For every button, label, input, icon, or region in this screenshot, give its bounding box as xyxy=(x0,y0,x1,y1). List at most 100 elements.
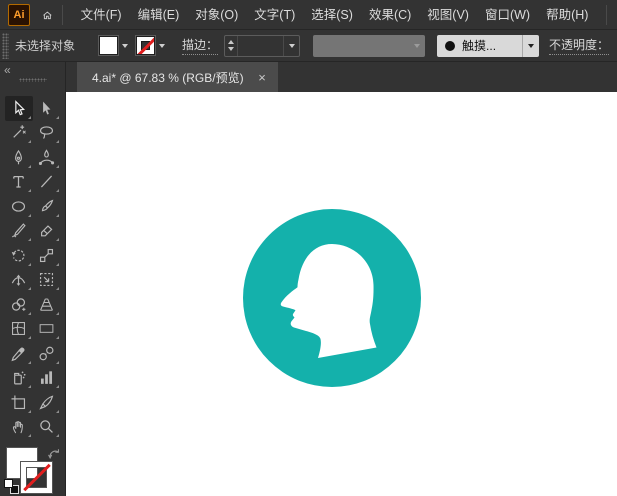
free-transform-tool[interactable] xyxy=(33,268,61,293)
flyout-triangle-icon xyxy=(27,213,31,217)
flyout-triangle-icon xyxy=(27,385,31,388)
stroke-weight-chevron-down-icon[interactable] xyxy=(283,35,299,56)
app-logo-icon: Ai xyxy=(8,3,30,26)
magic-wand-tool[interactable] xyxy=(5,121,33,146)
panel-drag-handle[interactable] xyxy=(19,78,47,82)
menu-item-2[interactable]: 对象(O) xyxy=(187,0,246,30)
control-bar-grip[interactable] xyxy=(2,32,9,59)
menu-item-4[interactable]: 选择(S) xyxy=(303,0,361,30)
brush-definition-dropdown[interactable]: 触摸... xyxy=(437,34,540,57)
eyedropper-icon xyxy=(11,346,26,361)
pen-tool[interactable] xyxy=(5,145,33,170)
flyout-triangle-icon xyxy=(55,238,59,241)
menu-item-1[interactable]: 编辑(E) xyxy=(130,0,188,30)
flyout-triangle-icon xyxy=(27,360,31,364)
flyout-triangle-icon xyxy=(27,311,31,315)
symbol-sprayer-tool[interactable] xyxy=(5,366,33,391)
artboard-tool[interactable] xyxy=(5,390,33,415)
default-fill-stroke-icon[interactable] xyxy=(4,479,19,494)
artwork-head-profile-icon[interactable] xyxy=(243,209,421,387)
stroke-weight-value[interactable] xyxy=(238,36,283,56)
stroke-swatch[interactable] xyxy=(135,35,157,56)
stroke-panel-link[interactable]: 描边： xyxy=(182,36,219,55)
stroke-color-control[interactable] xyxy=(135,35,169,56)
paintbrush-tool[interactable] xyxy=(33,194,61,219)
gradient-icon xyxy=(39,324,54,334)
menu-item-7[interactable]: 窗口(W) xyxy=(477,0,538,30)
swap-fill-stroke-icon[interactable] xyxy=(47,447,62,461)
curvature-icon xyxy=(38,149,55,165)
perspective-grid-tool[interactable] xyxy=(33,292,61,317)
ellipse-tool[interactable] xyxy=(5,194,33,219)
eraser-tool[interactable] xyxy=(33,219,61,244)
document-tab[interactable]: 4.ai* @ 67.83 % (RGB/预览) × xyxy=(77,62,278,92)
flyout-triangle-icon xyxy=(27,238,31,241)
selection-status: 未选择对象 xyxy=(15,39,76,53)
line-segment-icon xyxy=(40,175,53,188)
flyout-triangle-icon xyxy=(55,140,59,143)
type-tool[interactable] xyxy=(5,170,33,195)
magic-wand-icon xyxy=(13,124,27,139)
step-up-icon[interactable] xyxy=(228,40,235,44)
shaper-tool[interactable] xyxy=(5,219,33,244)
flyout-triangle-icon xyxy=(27,287,31,290)
width-tool[interactable] xyxy=(5,268,33,293)
blend-tool[interactable] xyxy=(33,341,61,366)
illustrator-window: Ai 文件(F) 编辑(E) 对象(O) 文字(T) 选择(S) 效果(C) 视图(V) 窗口… xyxy=(0,0,617,496)
fill-color-control[interactable] xyxy=(98,35,132,56)
gradient-tool[interactable] xyxy=(33,317,61,342)
perspective-grid-icon xyxy=(40,298,53,311)
document-tab-bar: 4.ai* @ 67.83 % (RGB/预览) × xyxy=(66,62,617,92)
zoom-tool[interactable] xyxy=(33,415,61,440)
slice-tool[interactable] xyxy=(33,390,61,415)
width-icon xyxy=(11,274,26,287)
column-graph-icon xyxy=(40,371,53,385)
stroke-weight-control[interactable] xyxy=(224,34,301,57)
line-segment-tool[interactable] xyxy=(33,170,61,195)
stroke-weight-stepper[interactable] xyxy=(225,35,239,56)
tab-close-icon[interactable]: × xyxy=(254,69,270,85)
fill-chevron-down-icon[interactable] xyxy=(118,37,132,55)
opacity-panel-link[interactable]: 不透明度： xyxy=(549,36,610,55)
tools-grid xyxy=(0,96,65,439)
slice-icon xyxy=(39,395,54,409)
flyout-triangle-icon xyxy=(27,434,31,437)
stroke-chevron-down-icon[interactable] xyxy=(155,37,169,55)
brush-dot-icon xyxy=(445,40,456,51)
variable-width-profile-dropdown xyxy=(313,34,426,57)
flyout-triangle-icon xyxy=(55,189,59,192)
eyedropper-tool[interactable] xyxy=(5,341,33,366)
none-slash-icon xyxy=(23,463,51,492)
selection-tool[interactable] xyxy=(4,96,33,121)
mesh-tool[interactable] xyxy=(5,317,33,342)
default-fill-square xyxy=(4,479,13,488)
flyout-triangle-icon xyxy=(27,262,31,266)
fill-stroke-proxy xyxy=(0,446,66,496)
menu-item-5[interactable]: 效果(C) xyxy=(361,0,419,30)
menu-item-6[interactable]: 视图(V) xyxy=(419,0,477,30)
scale-tool[interactable] xyxy=(33,243,61,268)
blend-icon xyxy=(39,346,54,361)
hand-icon xyxy=(12,421,23,434)
pen-icon xyxy=(15,150,22,165)
control-bar: 未选择对象 描边： 触摸... 不透明度： xyxy=(0,30,617,62)
menu-item-3[interactable]: 文字(T) xyxy=(246,0,303,30)
direct-selection-tool[interactable] xyxy=(33,96,61,121)
menu-item-0[interactable]: 文件(F) xyxy=(73,0,130,30)
step-down-icon[interactable] xyxy=(228,47,235,51)
shape-builder-tool[interactable] xyxy=(5,292,33,317)
home-icon[interactable] xyxy=(42,6,52,24)
curvature-tool[interactable] xyxy=(33,145,61,170)
hand-tool[interactable] xyxy=(5,415,33,440)
rotate-tool[interactable] xyxy=(5,243,33,268)
fill-swatch[interactable] xyxy=(98,35,120,56)
lasso-tool[interactable] xyxy=(33,121,61,146)
flyout-triangle-icon xyxy=(55,115,59,119)
stroke-proxy-swatch[interactable] xyxy=(21,462,52,493)
collapse-panel-icon[interactable]: « xyxy=(4,63,11,77)
menu-item-8[interactable]: 帮助(H) xyxy=(538,0,596,30)
column-graph-tool[interactable] xyxy=(33,366,61,391)
brush-chevron-down-icon[interactable] xyxy=(522,34,539,57)
flyout-triangle-icon xyxy=(55,336,59,339)
canvas[interactable] xyxy=(66,92,617,496)
